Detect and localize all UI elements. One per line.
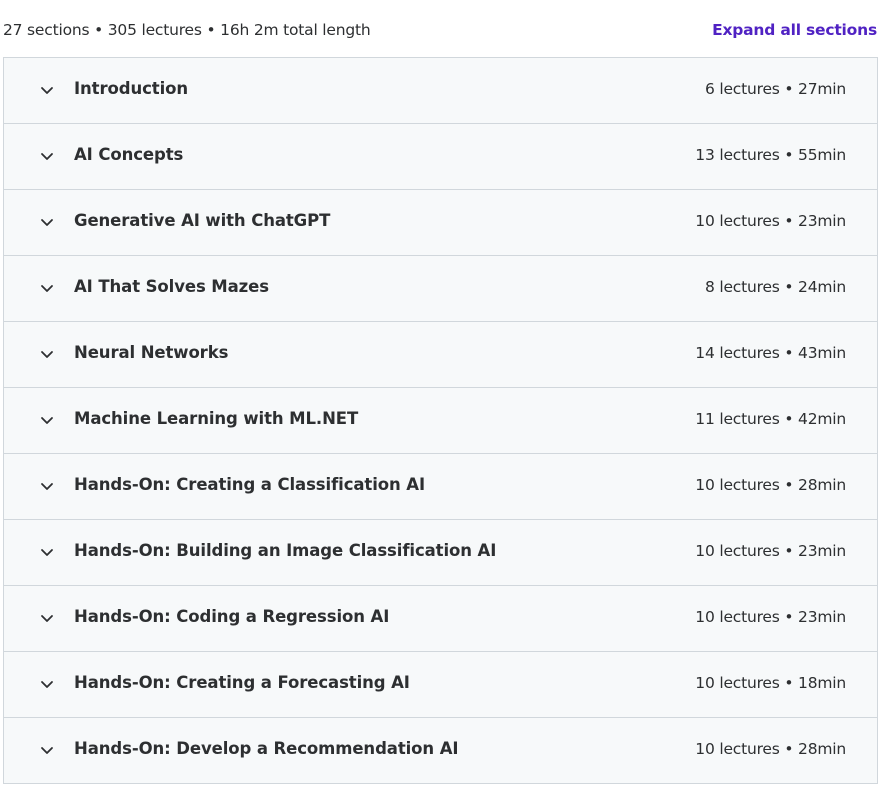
section-title: Generative AI with ChatGPT: [74, 211, 331, 230]
chevron-down-icon: [41, 153, 53, 160]
chevron-down-icon: [41, 219, 53, 226]
chevron-down-icon: [41, 417, 53, 424]
section-title: Hands-On: Building an Image Classificati…: [74, 541, 497, 560]
section-row-machine-learning-mlnet[interactable]: Machine Learning with ML.NET 11 lectures…: [4, 388, 877, 454]
section-title: AI That Solves Mazes: [74, 277, 269, 296]
section-title: Neural Networks: [74, 343, 229, 362]
section-row-ai-solves-mazes[interactable]: AI That Solves Mazes 8 lectures • 24min: [4, 256, 877, 322]
course-summary: 27 sections • 305 lectures • 16h 2m tota…: [3, 21, 371, 39]
section-row-image-classification-ai[interactable]: Hands-On: Building an Image Classificati…: [4, 520, 877, 586]
section-row-neural-networks[interactable]: Neural Networks 14 lectures • 43min: [4, 322, 877, 388]
chevron-down-icon: [41, 549, 53, 556]
section-title: Introduction: [74, 79, 189, 98]
section-row-ai-concepts[interactable]: AI Concepts 13 lectures • 55min: [4, 124, 877, 190]
section-title: Hands-On: Creating a Forecasting AI: [74, 673, 410, 692]
section-meta: 13 lectures • 55min: [695, 146, 846, 164]
section-row-forecasting-ai[interactable]: Hands-On: Creating a Forecasting AI 10 l…: [4, 652, 877, 718]
chevron-down-icon: [41, 483, 53, 490]
section-row-regression-ai[interactable]: Hands-On: Coding a Regression AI 10 lect…: [4, 586, 877, 652]
section-meta: 14 lectures • 43min: [695, 344, 846, 362]
section-meta: 10 lectures • 23min: [695, 542, 846, 560]
section-meta: 6 lectures • 27min: [704, 80, 846, 98]
section-meta: 10 lectures • 23min: [695, 212, 846, 230]
expand-all-sections-button[interactable]: Expand all sections: [712, 21, 877, 39]
section-meta: 10 lectures • 28min: [695, 740, 846, 758]
section-row-classification-ai[interactable]: Hands-On: Creating a Classification AI 1…: [4, 454, 877, 520]
section-row-introduction[interactable]: Introduction 6 lectures • 27min: [4, 58, 877, 124]
section-meta: 10 lectures • 23min: [695, 608, 846, 626]
section-title: Machine Learning with ML.NET: [74, 409, 359, 428]
section-meta: 11 lectures • 42min: [695, 410, 846, 428]
section-title: Hands-On: Develop a Recommendation AI: [74, 739, 459, 758]
chevron-down-icon: [41, 87, 53, 94]
section-meta: 10 lectures • 28min: [695, 476, 846, 494]
section-meta: 10 lectures • 18min: [695, 674, 846, 692]
section-row-generative-ai[interactable]: Generative AI with ChatGPT 10 lectures •…: [4, 190, 877, 256]
chevron-down-icon: [41, 747, 53, 754]
section-row-recommendation-ai[interactable]: Hands-On: Develop a Recommendation AI 10…: [4, 718, 877, 784]
chevron-down-icon: [41, 681, 53, 688]
section-title: Hands-On: Coding a Regression AI: [74, 607, 390, 626]
section-meta: 8 lectures • 24min: [704, 278, 846, 296]
chevron-down-icon: [41, 285, 53, 292]
curriculum-header: 27 sections • 305 lectures • 16h 2m tota…: [0, 0, 881, 57]
chevron-down-icon: [41, 615, 53, 622]
section-list: Introduction 6 lectures • 27min AI Conce…: [3, 57, 878, 784]
chevron-down-icon: [41, 351, 53, 358]
section-title: Hands-On: Creating a Classification AI: [74, 475, 426, 494]
section-title: AI Concepts: [74, 145, 184, 164]
